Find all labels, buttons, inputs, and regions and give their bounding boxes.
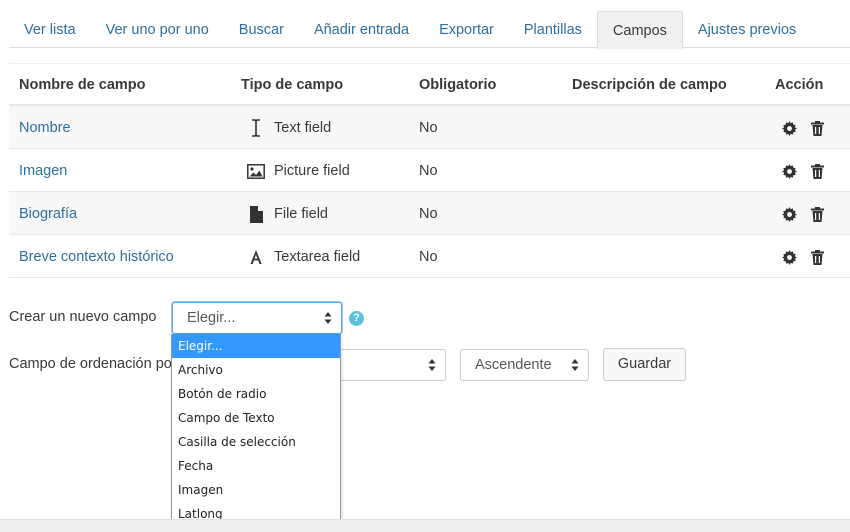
tab-ver-lista[interactable]: Ver lista bbox=[9, 11, 91, 48]
tab-campos[interactable]: Campos bbox=[596, 11, 683, 49]
field-type-label: Text field bbox=[274, 120, 332, 136]
gear-icon[interactable] bbox=[781, 120, 797, 136]
gear-icon[interactable] bbox=[781, 163, 797, 179]
trash-icon[interactable] bbox=[809, 206, 825, 222]
select-caret-icon bbox=[571, 359, 579, 371]
page-footer bbox=[0, 519, 850, 532]
trash-icon[interactable] bbox=[809, 249, 825, 265]
fields-table: Nombre de campo Tipo de campo Obligatori… bbox=[9, 63, 850, 278]
tab-anadir-entrada[interactable]: Añadir entrada bbox=[299, 11, 424, 48]
new-field-select[interactable]: Elegir... bbox=[172, 302, 342, 334]
table-row: Biografía File field No bbox=[9, 192, 850, 235]
text-cursor-icon bbox=[246, 118, 266, 138]
sort-field-label: Campo de ordenación po bbox=[9, 356, 172, 372]
tab-exportar[interactable]: Exportar bbox=[424, 11, 509, 48]
dropdown-option[interactable]: Imagen bbox=[172, 478, 340, 502]
file-icon bbox=[246, 204, 266, 224]
table-body: Nombre Text field No Imagen Picture fiel… bbox=[9, 106, 850, 278]
field-required: No bbox=[419, 206, 438, 222]
header-description: Descripción de campo bbox=[572, 77, 727, 93]
field-name-link[interactable]: Imagen bbox=[19, 163, 67, 179]
new-field-dropdown-list: Elegir... Archivo Botón de radio Campo d… bbox=[171, 334, 341, 532]
picture-icon bbox=[246, 161, 266, 181]
field-type-cell: Text field bbox=[246, 118, 331, 138]
header-field-name: Nombre de campo bbox=[19, 77, 146, 93]
field-name-link[interactable]: Nombre bbox=[19, 120, 71, 136]
select-caret-icon bbox=[428, 359, 436, 371]
dropdown-option[interactable]: Botón de radio bbox=[172, 382, 340, 406]
tab-plantillas[interactable]: Plantillas bbox=[509, 11, 597, 48]
textarea-icon bbox=[246, 247, 266, 267]
trash-icon[interactable] bbox=[809, 120, 825, 136]
header-field-type: Tipo de campo bbox=[241, 77, 344, 93]
dropdown-option[interactable]: Elegir... bbox=[172, 334, 340, 358]
row-actions bbox=[781, 206, 825, 222]
header-required: Obligatorio bbox=[419, 77, 497, 93]
header-action: Acción bbox=[775, 77, 824, 93]
gear-icon[interactable] bbox=[781, 206, 797, 222]
dropdown-option[interactable]: Campo de Texto bbox=[172, 406, 340, 430]
select-caret-icon bbox=[324, 312, 332, 324]
row-actions bbox=[781, 120, 825, 136]
field-required: No bbox=[419, 120, 438, 136]
field-type-label: Textarea field bbox=[274, 249, 361, 265]
field-name-link[interactable]: Biografía bbox=[19, 206, 77, 222]
table-row: Imagen Picture field No bbox=[9, 149, 850, 192]
trash-icon[interactable] bbox=[809, 163, 825, 179]
gear-icon[interactable] bbox=[781, 249, 797, 265]
field-type-cell: Textarea field bbox=[246, 247, 360, 267]
help-icon[interactable]: ? bbox=[349, 311, 364, 326]
dropdown-option[interactable]: Archivo bbox=[172, 358, 340, 382]
new-field-selected-value: Elegir... bbox=[187, 310, 236, 326]
field-required: No bbox=[419, 249, 438, 265]
table-header: Nombre de campo Tipo de campo Obligatori… bbox=[9, 63, 850, 106]
field-type-cell: Picture field bbox=[246, 161, 350, 181]
dropdown-option[interactable]: Casilla de selección bbox=[172, 430, 340, 454]
row-actions bbox=[781, 249, 825, 265]
field-type-label: File field bbox=[274, 206, 328, 222]
tab-ajustes-previos[interactable]: Ajustes previos bbox=[683, 11, 811, 48]
save-button[interactable]: Guardar bbox=[603, 348, 686, 381]
sort-order-value: Ascendente bbox=[475, 357, 552, 373]
tab-bar: Ver lista Ver uno por uno Buscar Añadir … bbox=[9, 11, 850, 49]
dropdown-option[interactable]: Fecha bbox=[172, 454, 340, 478]
sort-order-select[interactable]: Ascendente bbox=[460, 349, 589, 381]
new-field-label: Crear un nuevo campo bbox=[9, 309, 157, 325]
table-row: Nombre Text field No bbox=[9, 106, 850, 149]
field-required: No bbox=[419, 163, 438, 179]
field-name-link[interactable]: Breve contexto histórico bbox=[19, 249, 174, 265]
tab-buscar[interactable]: Buscar bbox=[224, 11, 299, 48]
field-type-label: Picture field bbox=[274, 163, 350, 179]
tab-ver-uno-por-uno[interactable]: Ver uno por uno bbox=[91, 11, 224, 48]
field-type-cell: File field bbox=[246, 204, 328, 224]
table-row: Breve contexto histórico Textarea field … bbox=[9, 235, 850, 278]
row-actions bbox=[781, 163, 825, 179]
